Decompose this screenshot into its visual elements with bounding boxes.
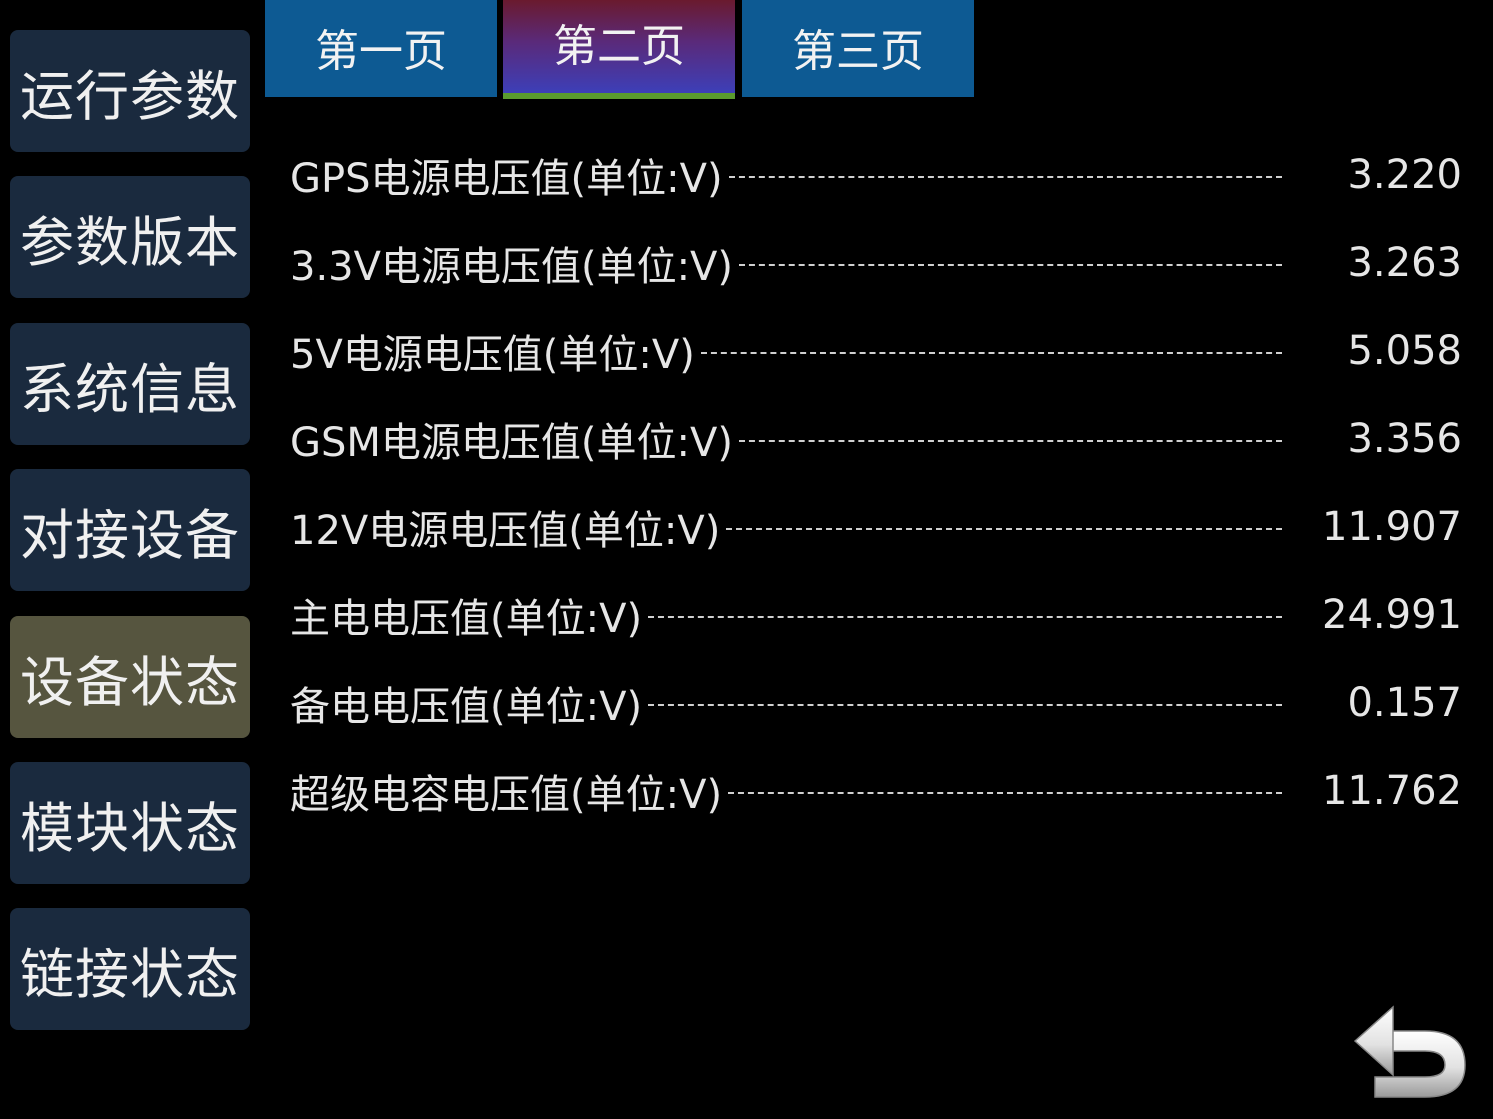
sidebar-item-link-status[interactable]: 链接状态 bbox=[10, 908, 250, 1030]
list-item: GPS电源电压值(单位:V) 3.220 bbox=[290, 145, 1462, 205]
row-value: 0.157 bbox=[1347, 680, 1462, 726]
row-label: 主电电压值(单位:V) bbox=[290, 596, 643, 642]
row-label: 5V电源电压值(单位:V) bbox=[290, 332, 695, 378]
tab-page-2[interactable]: 第二页 bbox=[503, 0, 735, 99]
row-value: 5.058 bbox=[1347, 328, 1462, 374]
list-item: 备电电压值(单位:V) 0.157 bbox=[290, 673, 1462, 733]
row-value: 3.263 bbox=[1347, 240, 1462, 286]
tab-page-1[interactable]: 第一页 bbox=[265, 0, 497, 97]
row-label: GSM电源电压值(单位:V) bbox=[290, 420, 733, 466]
row-value: 3.356 bbox=[1347, 416, 1462, 462]
row-label: 3.3V电源电压值(单位:V) bbox=[290, 244, 734, 290]
dash-leader bbox=[648, 616, 1282, 618]
sidebar-item-label: 对接设备 bbox=[20, 503, 240, 567]
row-value: 11.762 bbox=[1322, 768, 1462, 814]
dash-leader bbox=[648, 704, 1282, 706]
row-label: 超级电容电压值(单位:V) bbox=[290, 772, 723, 818]
back-button[interactable] bbox=[1353, 993, 1473, 1105]
tab-label: 第二页 bbox=[553, 20, 685, 72]
dash-leader bbox=[738, 440, 1282, 442]
list-item: 超级电容电压值(单位:V) 11.762 bbox=[290, 761, 1462, 821]
row-label: 12V电源电压值(单位:V) bbox=[290, 508, 721, 554]
sidebar-item-label: 运行参数 bbox=[20, 64, 240, 128]
list-item: GSM电源电压值(单位:V) 3.356 bbox=[290, 409, 1462, 469]
dash-leader bbox=[728, 176, 1282, 178]
row-value: 11.907 bbox=[1322, 504, 1462, 550]
dash-leader bbox=[728, 792, 1282, 794]
sidebar-item-module-status[interactable]: 模块状态 bbox=[10, 762, 250, 884]
dash-leader bbox=[739, 264, 1282, 266]
tab-label: 第一页 bbox=[315, 25, 447, 77]
sidebar-item-label: 系统信息 bbox=[20, 357, 240, 421]
row-value: 3.220 bbox=[1347, 152, 1462, 198]
sidebar-item-label: 模块状态 bbox=[20, 796, 240, 860]
sidebar-item-device-status[interactable]: 设备状态 bbox=[10, 616, 250, 738]
dash-leader bbox=[726, 528, 1282, 530]
list-item: 主电电压值(单位:V) 24.991 bbox=[290, 585, 1462, 645]
tab-label: 第三页 bbox=[792, 25, 924, 77]
sidebar-item-label: 链接状态 bbox=[20, 942, 240, 1006]
list-item: 5V电源电压值(单位:V) 5.058 bbox=[290, 321, 1462, 381]
sidebar-item-docking-device[interactable]: 对接设备 bbox=[10, 469, 250, 591]
sidebar-item-label: 设备状态 bbox=[20, 650, 240, 714]
sidebar-item-run-params[interactable]: 运行参数 bbox=[10, 30, 250, 152]
sidebar-item-param-version[interactable]: 参数版本 bbox=[10, 176, 250, 298]
list-item: 3.3V电源电压值(单位:V) 3.263 bbox=[290, 233, 1462, 293]
tab-page-3[interactable]: 第三页 bbox=[742, 0, 974, 97]
row-value: 24.991 bbox=[1322, 592, 1462, 638]
row-label: GPS电源电压值(单位:V) bbox=[290, 156, 723, 202]
back-arrow-icon bbox=[1353, 1005, 1466, 1098]
sidebar-item-label: 参数版本 bbox=[20, 210, 240, 274]
dash-leader bbox=[700, 352, 1282, 354]
list-item: 12V电源电压值(单位:V) 11.907 bbox=[290, 497, 1462, 557]
sidebar-item-system-info[interactable]: 系统信息 bbox=[10, 323, 250, 445]
row-label: 备电电压值(单位:V) bbox=[290, 684, 643, 730]
